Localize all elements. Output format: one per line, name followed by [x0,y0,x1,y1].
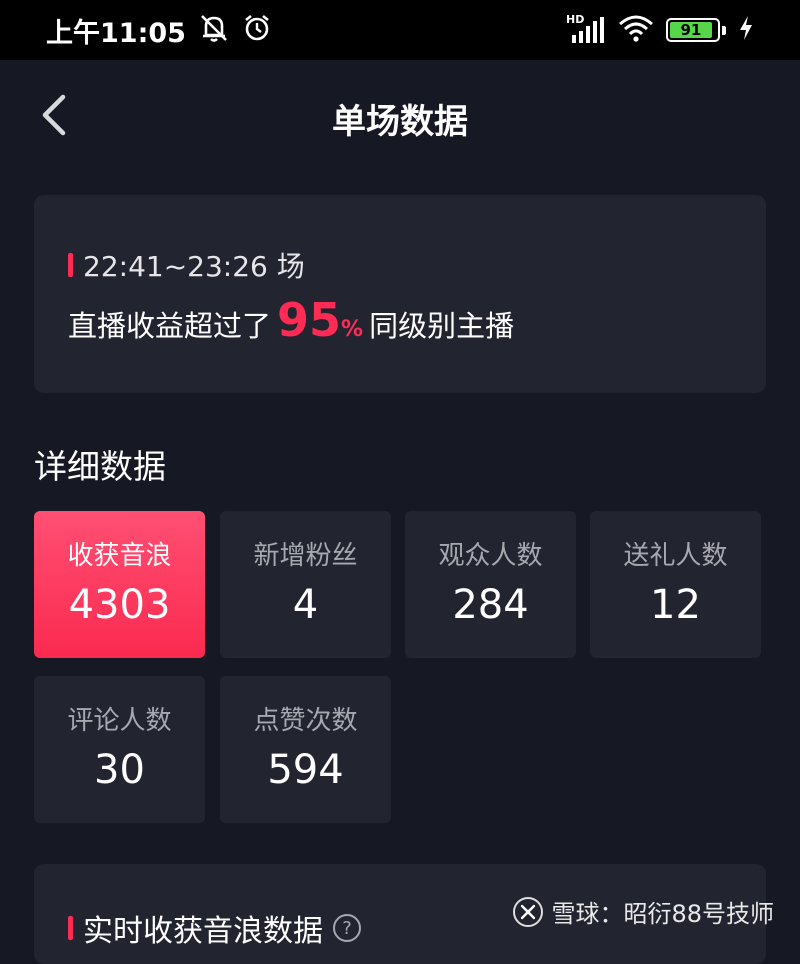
page-title: 单场数据 [332,102,468,142]
nav-bar: 单场数据 [0,60,800,170]
realtime-title: 实时收获音浪数据 [83,914,323,949]
metric-tile-gifters[interactable]: 送礼人数 12 [590,511,761,658]
metric-tile-viewers[interactable]: 观众人数 284 [405,511,576,658]
metric-label: 新增粉丝 [253,541,358,571]
wifi-icon [618,14,654,46]
charging-bolt-icon [738,16,754,44]
battery-tip [722,25,726,35]
battery-indicator: 91 [666,18,726,42]
status-left: 上午11:05 [46,11,272,50]
signal-icon: HD [566,13,606,43]
status-bar: 上午11:05 HD 91 [0,0,800,60]
battery-level: 91 [670,21,712,39]
alarm-clock-icon [242,13,272,47]
metric-value: 4303 [68,582,171,628]
summary-card: 22:41~23:26 场 直播收益超过了 95 % 同级别主播 [34,195,766,393]
metric-label: 点赞次数 [253,706,358,736]
session-line: 22:41~23:26 场 [68,245,305,285]
metric-value: 4 [292,582,319,628]
metric-label: 送礼人数 [623,541,728,571]
accent-bar [68,916,73,940]
metric-tile-likes[interactable]: 点赞次数 594 [220,676,391,823]
status-right: HD 91 [566,13,754,46]
section-title-details: 详细数据 [34,447,166,486]
ranking-unit: % [341,317,364,342]
ranking-line: 直播收益超过了 95 % 同级别主播 [68,293,514,347]
realtime-line: 实时收获音浪数据 ? [68,906,361,950]
battery-body: 91 [666,18,720,42]
metric-label: 收获音浪 [67,541,172,571]
question-mark-icon[interactable]: ? [333,914,361,942]
metric-tile-sound-waves[interactable]: 收获音浪 4303 [34,511,205,658]
watermark: 雪球：昭衍88号技师 [513,894,774,929]
ranking-percent: 95 [277,293,342,347]
bell-off-icon [198,13,230,47]
metric-tile-commenters[interactable]: 评论人数 30 [34,676,205,823]
watermark-text: 雪球：昭衍88号技师 [551,900,774,928]
metric-tile-new-fans[interactable]: 新增粉丝 4 [220,511,391,658]
status-time: 上午11:05 [46,17,186,49]
metric-value: 30 [94,747,145,793]
metric-label: 观众人数 [438,541,543,571]
metric-value: 594 [267,747,344,793]
snowball-logo-icon [513,896,544,927]
metric-label: 评论人数 [67,706,172,736]
network-label: HD [566,13,585,26]
ranking-prefix: 直播收益超过了 [68,309,272,343]
accent-bar [68,253,73,277]
ranking-suffix: 同级别主播 [369,309,515,343]
metric-value: 12 [650,582,701,628]
session-time: 22:41~23:26 场 [83,250,305,283]
metric-value: 284 [452,582,529,628]
